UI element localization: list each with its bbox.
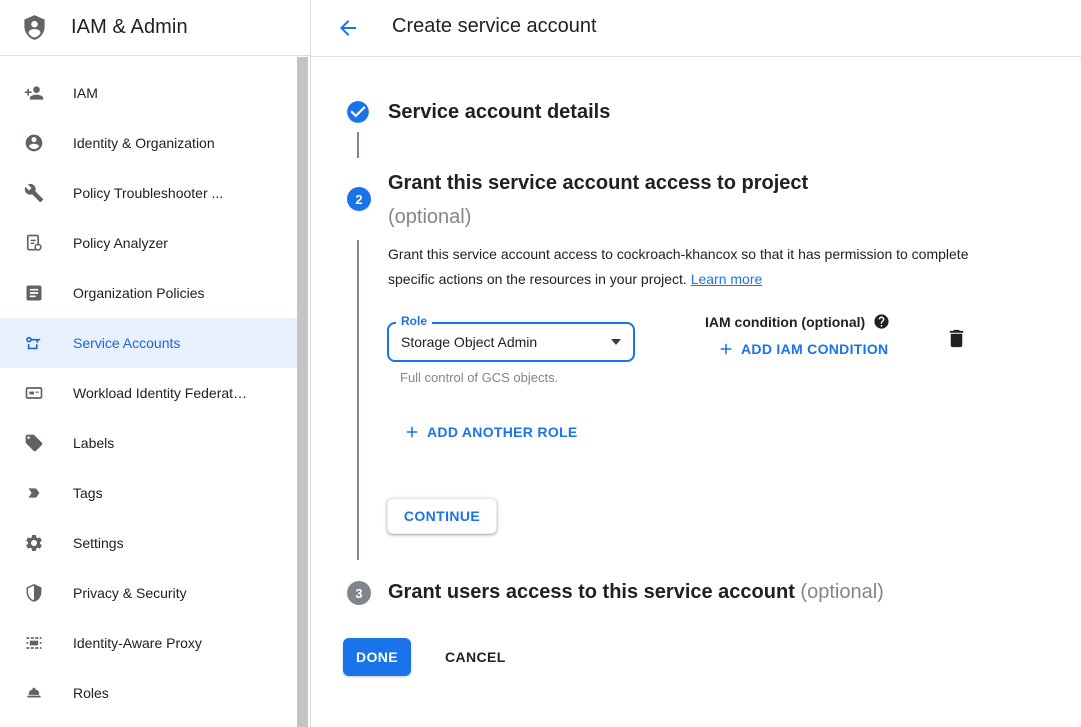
sidebar-item-label: Workload Identity Federat… [73, 385, 247, 401]
step1-title: Service account details [388, 101, 610, 124]
hat-icon [24, 683, 44, 703]
step2-optional: (optional) [388, 200, 808, 234]
step3-title: Grant users access to this service accou… [388, 581, 795, 603]
sidebar-item-label: Labels [73, 435, 114, 451]
delete-role-trash-icon[interactable] [945, 327, 968, 350]
sidebar-item-identity-organization[interactable]: Identity & Organization [0, 118, 297, 168]
sidebar-item-label: Service Accounts [73, 335, 180, 351]
service-account-key-icon [24, 333, 44, 353]
sidebar-item-label: Policy Analyzer [73, 235, 168, 251]
sidebar-item-tags[interactable]: Tags [0, 468, 297, 518]
document-analyze-icon [24, 233, 44, 253]
wrench-icon [24, 183, 44, 203]
sidebar-item-label: Roles [73, 685, 109, 701]
role-selected-value: Storage Object Admin [401, 334, 611, 350]
sidebar-item-privacy-security[interactable]: Privacy & Security [0, 568, 297, 618]
add-another-role-label: ADD ANOTHER ROLE [427, 424, 578, 440]
step2-number: 2 [355, 192, 362, 207]
cancel-button[interactable]: CANCEL [445, 638, 506, 676]
step2-heading: Grant this service account access to pro… [388, 166, 808, 234]
step3-circle: 3 [347, 581, 371, 605]
sidebar-item-label: Tags [73, 485, 103, 501]
role-helper-text: Full control of GCS objects. [400, 370, 558, 385]
description-text: Grant this service account access to coc… [388, 246, 969, 287]
shield-half-icon [24, 583, 44, 603]
continue-button[interactable]: CONTINUE [387, 498, 497, 534]
help-icon[interactable] [873, 313, 890, 330]
step1-check-circle-icon [345, 99, 371, 125]
step2-title: Grant this service account access to pro… [388, 166, 808, 200]
done-button[interactable]: DONE [343, 638, 411, 676]
sidebar-item-label: Organization Policies [73, 285, 205, 301]
role-field-label: Role [396, 314, 432, 328]
back-arrow-icon[interactable] [336, 16, 360, 40]
sidebar-item-labels[interactable]: Labels [0, 418, 297, 468]
account-circle-icon [24, 133, 44, 153]
sidebar-item-organization-policies[interactable]: Organization Policies [0, 268, 297, 318]
iam-condition-label: IAM condition (optional) [705, 314, 865, 330]
sidebar-item-iam[interactable]: IAM [0, 68, 297, 118]
sidebar-item-label: Identity & Organization [73, 135, 215, 151]
step3-optional: (optional) [800, 581, 883, 603]
tag-arrow-icon [24, 483, 44, 503]
step3-heading: Grant users access to this service accou… [388, 581, 884, 604]
sidebar-item-label: Policy Troubleshooter ... [73, 185, 223, 201]
sidebar-item-policy-analyzer[interactable]: Policy Analyzer [0, 218, 297, 268]
add-iam-condition-button[interactable]: ADD IAM CONDITION [717, 340, 888, 358]
sidebar-item-roles[interactable]: Roles [0, 668, 297, 718]
role-field-wrapper: Role Storage Object Admin [387, 322, 635, 362]
sidebar-item-service-accounts[interactable]: Service Accounts [0, 318, 297, 368]
sidebar: IAM & Admin IAM Identity & Organization … [0, 0, 311, 727]
sidebar-item-workload-identity-federation[interactable]: Workload Identity Federat… [0, 368, 297, 418]
sidebar-item-label: Identity-Aware Proxy [73, 635, 202, 651]
plus-icon [403, 423, 421, 441]
sidebar-item-policy-troubleshooter[interactable]: Policy Troubleshooter ... [0, 168, 297, 218]
step2-description: Grant this service account access to coc… [388, 242, 984, 292]
plus-icon [717, 340, 735, 358]
sidebar-item-label: Privacy & Security [73, 585, 187, 601]
step3-number: 3 [355, 586, 362, 601]
sidebar-scrollbar[interactable] [297, 57, 308, 727]
iam-condition-header: IAM condition (optional) [705, 313, 890, 330]
product-title: IAM & Admin [71, 16, 188, 39]
main-content: Service account details 2 Grant this ser… [311, 57, 1081, 727]
sidebar-item-label: Settings [73, 535, 124, 551]
sidebar-item-settings[interactable]: Settings [0, 518, 297, 568]
sidebar-nav: IAM Identity & Organization Policy Troub… [0, 57, 297, 718]
gear-icon [24, 533, 44, 553]
role-select[interactable]: Role Storage Object Admin [387, 322, 635, 362]
step-connector [357, 240, 359, 560]
step2-circle: 2 [347, 187, 371, 211]
article-icon [24, 283, 44, 303]
card-icon [24, 383, 44, 403]
add-another-role-button[interactable]: ADD ANOTHER ROLE [403, 423, 578, 441]
iam-admin-shield-icon [21, 14, 48, 41]
main-header: Create service account [311, 0, 1081, 57]
person-add-icon [24, 83, 44, 103]
label-tag-icon [24, 433, 44, 453]
sidebar-item-identity-aware-proxy[interactable]: Identity-Aware Proxy [0, 618, 297, 668]
learn-more-link[interactable]: Learn more [691, 271, 763, 287]
dropdown-caret-icon [611, 339, 621, 345]
sidebar-item-label: IAM [73, 85, 98, 101]
add-iam-condition-label: ADD IAM CONDITION [741, 341, 888, 357]
step-connector [357, 132, 359, 158]
proxy-grid-icon [24, 633, 44, 653]
sidebar-header: IAM & Admin [0, 0, 310, 56]
create-service-account-page: IAM & Admin IAM Identity & Organization … [0, 0, 1081, 727]
page-title: Create service account [392, 15, 597, 38]
